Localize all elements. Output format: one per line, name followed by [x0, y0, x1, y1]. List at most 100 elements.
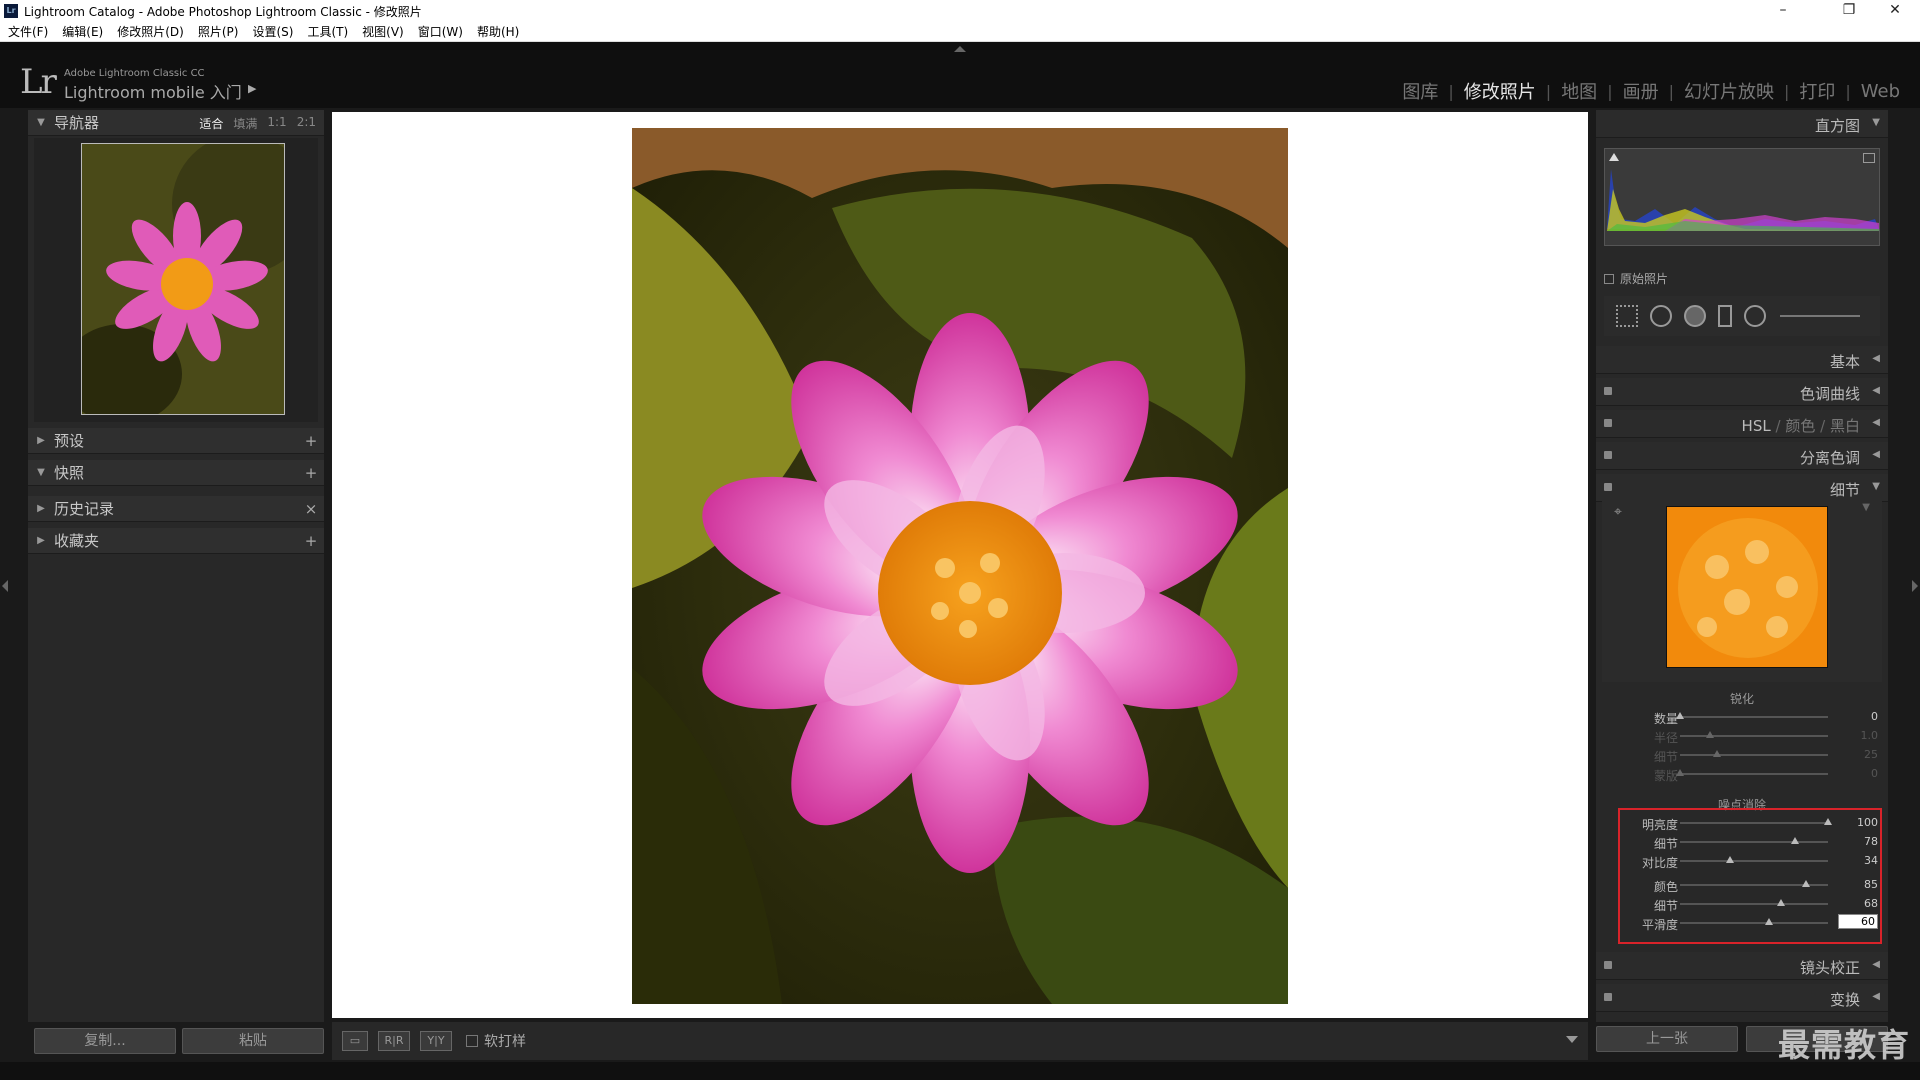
add-collection-icon[interactable]: +: [298, 532, 324, 550]
basic-panel-header[interactable]: 基本 ◀: [1596, 346, 1888, 374]
menu-develop[interactable]: 修改照片(D): [117, 23, 184, 40]
restore-icon[interactable]: ❐: [1826, 0, 1872, 22]
detail-zoom-image[interactable]: [1666, 506, 1828, 668]
red-eye-tool-icon[interactable]: [1684, 305, 1706, 327]
panel-switch-icon[interactable]: [1604, 483, 1612, 491]
menu-edit[interactable]: 编辑(E): [62, 23, 103, 40]
menu-photo[interactable]: 照片(P): [198, 23, 239, 40]
mobile-get-started[interactable]: Lightroom mobile 入门: [64, 79, 242, 103]
crop-tool-icon[interactable]: [1616, 305, 1638, 327]
navigator-header[interactable]: ▼ 导航器 适合 填满 1:1 2:1: [28, 110, 324, 136]
slider-row[interactable]: 半径 1.0: [1596, 727, 1888, 745]
zoom-1-1[interactable]: 1:1: [267, 115, 286, 132]
menu-file[interactable]: 文件(F): [8, 23, 48, 40]
menu-window[interactable]: 窗口(W): [418, 23, 463, 40]
tone-curve-header[interactable]: 色调曲线 ◀: [1596, 378, 1888, 406]
slider-row[interactable]: 细节 25: [1596, 746, 1888, 764]
module-slideshow[interactable]: 幻灯片放映: [1674, 78, 1784, 104]
zoom-2-1[interactable]: 2:1: [297, 115, 316, 132]
highlight-clipping-indicator-icon[interactable]: [1863, 153, 1875, 163]
menu-view[interactable]: 视图(V): [362, 23, 404, 40]
add-snapshot-icon[interactable]: +: [298, 464, 324, 482]
snapshots-header[interactable]: ▼ 快照 +: [28, 460, 324, 486]
collapse-top-panel-icon[interactable]: [954, 46, 966, 52]
graduated-filter-tool-icon[interactable]: [1718, 305, 1732, 327]
slider-thumb[interactable]: [1713, 750, 1721, 757]
module-map[interactable]: 地图: [1551, 78, 1607, 104]
module-develop[interactable]: 修改照片: [1454, 78, 1546, 104]
play-arrow-icon[interactable]: ▶: [248, 82, 256, 95]
slider-thumb[interactable]: [1676, 769, 1684, 776]
shadow-clipping-indicator-icon[interactable]: [1609, 153, 1619, 161]
module-library[interactable]: 图库: [1392, 78, 1448, 104]
panel-switch-icon[interactable]: [1604, 451, 1612, 459]
split-toning-header[interactable]: 分离色调 ◀: [1596, 442, 1888, 470]
radial-filter-tool-icon[interactable]: [1744, 305, 1766, 327]
detail-preview[interactable]: ⌖ ▼: [1602, 498, 1882, 682]
lens-corrections-header[interactable]: 镜头校正 ◀: [1596, 952, 1888, 980]
close-icon[interactable]: ✕: [1872, 0, 1918, 22]
histogram-header[interactable]: 直方图 ▼: [1596, 110, 1888, 138]
lotus-photo[interactable]: [632, 128, 1288, 1004]
copy-settings-button[interactable]: 复制...: [34, 1028, 176, 1054]
original-photo-toggle[interactable]: 原始照片: [1604, 270, 1668, 287]
navigator-preview[interactable]: [34, 138, 318, 422]
slider-track[interactable]: [1676, 712, 1828, 719]
minimize-icon[interactable]: –: [1760, 0, 1806, 22]
original-photo-checkbox[interactable]: [1604, 273, 1614, 284]
collections-header[interactable]: ▶ 收藏夹 +: [28, 528, 324, 554]
expand-triangle-icon: ▼: [37, 117, 45, 128]
menu-settings[interactable]: 设置(S): [252, 23, 293, 40]
hsl-header[interactable]: HSL / 颜色 / 黑白 ◀: [1596, 410, 1888, 438]
histogram-chart[interactable]: [1604, 148, 1880, 246]
panel-switch-icon[interactable]: [1604, 993, 1612, 1001]
panel-switch-icon[interactable]: [1604, 961, 1612, 969]
paste-settings-button[interactable]: 粘贴: [182, 1028, 324, 1054]
panel-switch-icon[interactable]: [1604, 419, 1612, 427]
zoom-fit[interactable]: 适合: [199, 115, 223, 132]
module-print[interactable]: 打印: [1789, 78, 1845, 104]
toolbar-dropdown-icon[interactable]: [1566, 1036, 1578, 1043]
transform-header[interactable]: 变换 ◀: [1596, 984, 1888, 1012]
expand-triangle-icon: ▶: [37, 535, 45, 546]
before-after-tb-button[interactable]: Y|Y: [420, 1031, 452, 1051]
module-web[interactable]: Web: [1851, 81, 1910, 102]
target-crosshair-icon[interactable]: ⌖: [1614, 504, 1622, 520]
slider-row[interactable]: 数量 0: [1596, 708, 1888, 726]
soft-proof-checkbox[interactable]: [466, 1035, 478, 1047]
module-book[interactable]: 画册: [1613, 78, 1669, 104]
slider-track[interactable]: [1680, 750, 1828, 757]
collapse-left-panel-icon[interactable]: [2, 580, 8, 592]
menu-help[interactable]: 帮助(H): [477, 23, 519, 40]
before-after-lr-button[interactable]: R|R: [378, 1031, 410, 1051]
loupe-view-button[interactable]: ▭: [342, 1031, 368, 1051]
detail-title: 细节: [1829, 481, 1860, 499]
slider-track[interactable]: [1680, 731, 1828, 738]
menu-tools[interactable]: 工具(T): [307, 23, 348, 40]
slider-track[interactable]: [1676, 769, 1828, 776]
image-canvas[interactable]: [332, 112, 1588, 1018]
add-preset-icon[interactable]: +: [298, 432, 324, 450]
collapse-right-panel-icon[interactable]: [1912, 580, 1918, 592]
history-header[interactable]: ▶ 历史记录 ×: [28, 496, 324, 522]
previous-button[interactable]: 上一张: [1596, 1026, 1738, 1052]
zoom-fill[interactable]: 填满: [233, 115, 257, 132]
slider-value[interactable]: 0: [1838, 767, 1878, 780]
slider-value[interactable]: 1.0: [1838, 729, 1879, 742]
hsl-tab[interactable]: HSL: [1742, 417, 1771, 435]
lens-corrections-title: 镜头校正: [1799, 959, 1860, 977]
navigator-thumbnail[interactable]: [81, 143, 285, 415]
spot-removal-tool-icon[interactable]: [1650, 305, 1672, 327]
presets-header[interactable]: ▶ 预设 +: [28, 428, 324, 454]
panel-switch-icon[interactable]: [1604, 387, 1612, 395]
slider-value[interactable]: 0: [1838, 710, 1878, 723]
slider-value[interactable]: 25: [1838, 748, 1878, 761]
slider-thumb[interactable]: [1705, 731, 1714, 738]
slider-thumb[interactable]: [1676, 712, 1684, 719]
clear-history-icon[interactable]: ×: [298, 500, 324, 518]
detail-preview-menu-icon[interactable]: ▼: [1862, 502, 1870, 513]
color-tab[interactable]: 颜色: [1785, 417, 1815, 435]
slider-row[interactable]: 蒙版 0: [1596, 765, 1888, 783]
brush-tool-slider[interactable]: [1780, 315, 1860, 317]
bw-tab[interactable]: 黑白: [1830, 417, 1860, 435]
